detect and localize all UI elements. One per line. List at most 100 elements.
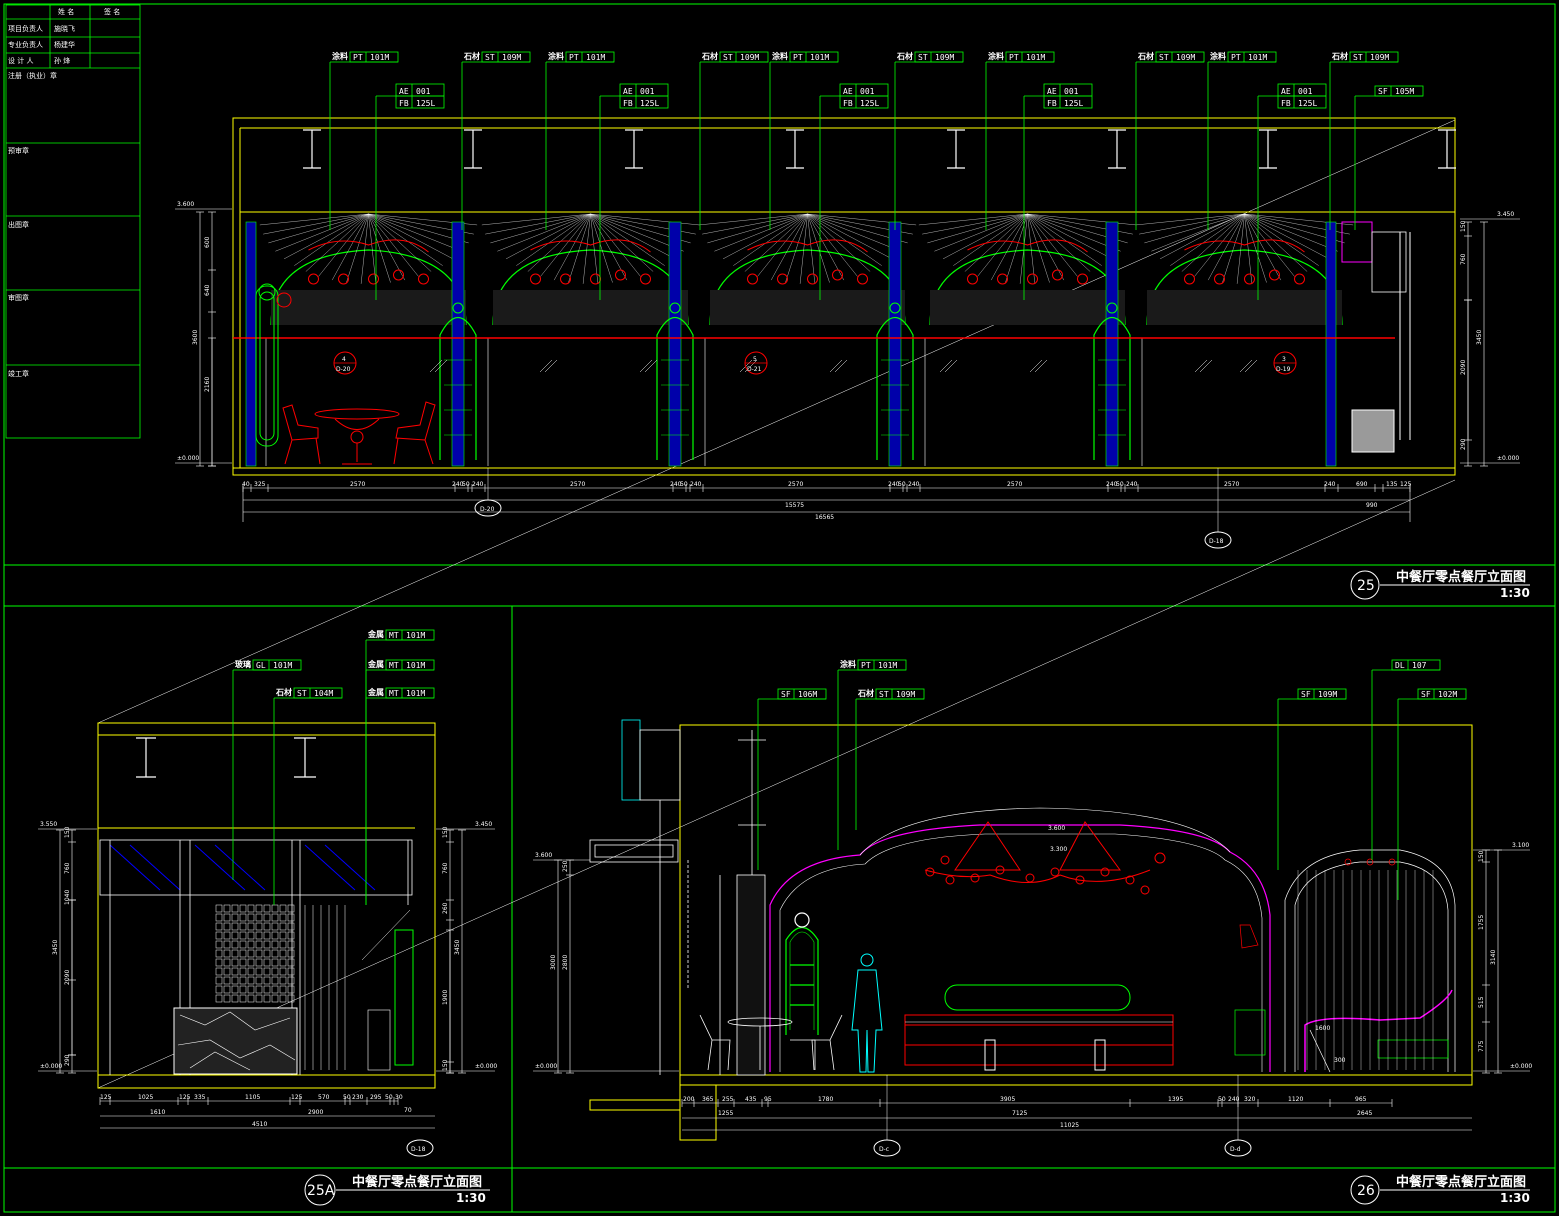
tag-number: 101M — [1248, 53, 1267, 62]
dim-label: 125 — [291, 1094, 303, 1101]
dim-label: 135 — [1386, 481, 1398, 488]
tag-material: 涂料 — [840, 659, 856, 669]
i-beam — [1438, 129, 1456, 169]
tag-material: 玻璃 — [235, 659, 251, 669]
lattice-cell — [215, 913, 223, 922]
drawing-scale: 1:30 — [1500, 586, 1530, 600]
level-label: 3.600 — [535, 852, 552, 859]
glass-hatch-line — [1239, 359, 1253, 373]
overall-dimensions — [100, 1115, 435, 1129]
lattice-cell — [279, 958, 287, 967]
dim-label: 150 — [1478, 850, 1485, 862]
material-tag: 石材 ST 104M — [273, 687, 343, 905]
lattice-cell — [255, 949, 263, 958]
tag-code: ST — [879, 690, 889, 699]
tag-number: 109M — [740, 53, 759, 62]
tag-material: 涂料 — [1210, 51, 1226, 61]
lattice-cell — [223, 931, 231, 940]
chandelier-bulb — [747, 273, 758, 285]
tag-code: AE — [843, 87, 853, 96]
tag-code: PT — [1231, 53, 1241, 62]
tag-material: 石材 — [275, 687, 292, 697]
dim-label: 200 — [683, 1096, 695, 1103]
lattice-cell — [271, 958, 279, 967]
material-tag: 石材 ST 109M — [1329, 51, 1399, 230]
dim-label: 2570 — [788, 481, 803, 488]
sub-dimension: 70 — [404, 1107, 412, 1114]
dim-label: 965 — [1355, 1096, 1367, 1103]
tag-number: 101M — [1026, 53, 1045, 62]
dim-label: 760 — [1460, 253, 1467, 265]
tag-material: 金属 — [367, 659, 384, 669]
tag-code: FB — [1047, 99, 1057, 108]
tag-code: SF — [781, 690, 791, 699]
ceiling-rib — [481, 213, 591, 226]
tag-code: PT — [1009, 53, 1019, 62]
dining-chair — [282, 404, 321, 465]
level-markers: 3.600 ±0.000 3.450 ±0.000 — [177, 201, 1519, 462]
lattice-cell — [255, 976, 263, 985]
lattice-cell — [263, 922, 271, 931]
glazing-hatch — [429, 359, 1258, 373]
ceiling-beams — [136, 737, 316, 778]
section-ref: D-d — [1230, 1146, 1241, 1153]
ceiling-rib — [714, 213, 808, 252]
lattice-cell — [287, 958, 295, 967]
tag-code: MT — [389, 661, 399, 670]
tag-material: 涂料 — [772, 51, 788, 61]
detail-callout: 3 D-19 — [1273, 351, 1297, 375]
dimension-left: 150 760 1040 290 3450 2090 — [52, 826, 76, 1074]
title-row-name: 孙 烽 — [54, 56, 70, 65]
lattice-cell — [255, 913, 263, 922]
drawing-title: 中餐厅零点餐厅立面图 — [352, 1174, 482, 1190]
ceiling-rib — [1027, 213, 1102, 266]
dining-chair — [393, 401, 436, 465]
ceiling-rib — [807, 213, 858, 277]
lattice-cell — [215, 904, 223, 913]
tag-material: 涂料 — [332, 51, 348, 61]
material-tag: 涂料 PT 101M — [769, 51, 839, 230]
lattice-cell — [247, 994, 255, 1003]
material-tag: 金属 MT 101M — [365, 629, 435, 905]
dim-label: 1025 — [138, 1094, 153, 1101]
tag-number: 101M — [810, 53, 829, 62]
arch-bay — [1093, 213, 1354, 467]
tag-material: 石材 — [701, 51, 718, 61]
lattice-cell — [231, 922, 239, 931]
dim-label: 515 — [1478, 996, 1485, 1008]
chandelier — [924, 821, 1166, 895]
stone-column — [668, 221, 682, 467]
ceiling-rib — [953, 213, 1028, 266]
dimension-left: 250 2800 3000 — [550, 859, 574, 1074]
ceiling-rib — [927, 213, 1028, 244]
callout-ref: D-20 — [336, 366, 351, 373]
lattice-cell — [279, 913, 287, 922]
glass-hatch-line — [644, 359, 658, 373]
ceiling-rib — [1144, 213, 1245, 244]
dim-label: 2090 — [1460, 360, 1467, 375]
dim-label: 640 — [204, 284, 211, 296]
dim-label: 260 — [442, 902, 449, 914]
lattice-cell — [231, 994, 239, 1003]
stone-column — [1325, 221, 1337, 467]
ceiling-beams — [303, 129, 1456, 169]
ceiling-rib — [368, 213, 443, 266]
glass-hatch-line — [834, 359, 848, 373]
ceiling-rib — [283, 213, 369, 260]
lattice-cell — [223, 940, 231, 949]
tag-code: FB — [399, 99, 409, 108]
dim-label: 435 — [745, 1096, 757, 1103]
lattice-cell — [271, 976, 279, 985]
level-label: ±0.000 — [177, 455, 199, 462]
ceiling-rib — [497, 213, 591, 252]
detail-callout: 4 D-20 — [333, 351, 357, 375]
double-tag: AE 001 FB 125L — [1023, 83, 1093, 300]
dim-label: 240 — [472, 481, 484, 488]
lattice-cell — [239, 913, 247, 922]
chandelier-bulb — [530, 273, 541, 285]
tag-number: 001 — [1064, 87, 1079, 96]
tag-code: AE — [1281, 87, 1291, 96]
lattice-cell — [271, 994, 279, 1003]
tag-code: DL — [1395, 661, 1405, 670]
dimension-right: 150 760 260 3450 1900 150 — [442, 826, 466, 1074]
